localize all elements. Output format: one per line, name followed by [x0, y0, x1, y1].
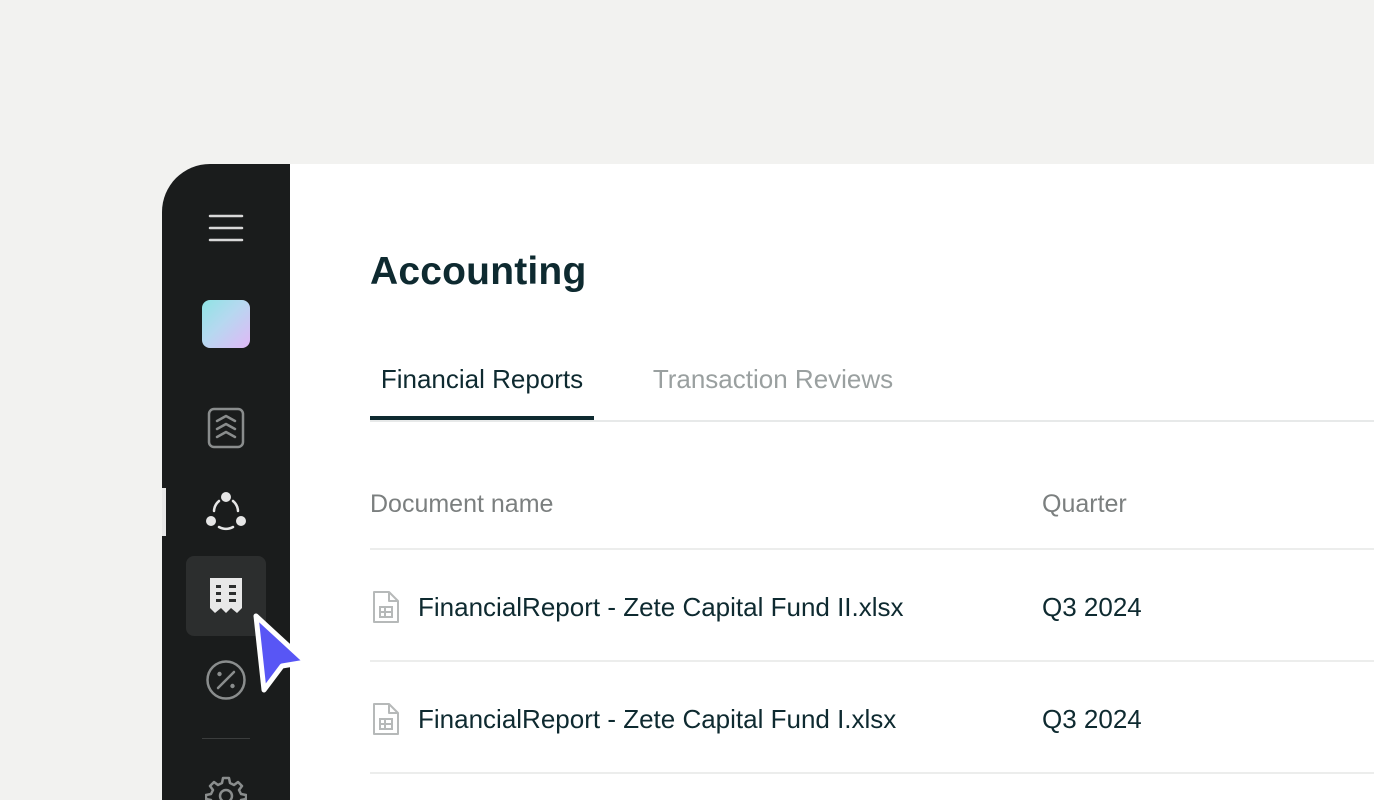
workspace-avatar: [202, 300, 250, 348]
document-name[interactable]: FinancialReport - Zete Capital Fund II.x…: [418, 592, 904, 623]
sidebar-item-funds[interactable]: [186, 388, 266, 468]
workspace-switcher[interactable]: [186, 284, 266, 364]
sidebar-divider: [202, 738, 250, 739]
spreadsheet-file-icon: [373, 703, 399, 735]
sidebar: [162, 164, 290, 800]
table-row[interactable]: FinancialReport - Zete Capital Fund I.xl…: [370, 662, 1374, 774]
main-content: Accounting Financial Reports Transaction…: [290, 164, 1374, 800]
receipt-icon: [210, 578, 242, 613]
tab-transaction-reviews[interactable]: Transaction Reviews: [642, 364, 904, 420]
percent-icon: [206, 660, 246, 700]
active-indicator: [162, 488, 166, 536]
sidebar-item-accounting[interactable]: [186, 556, 266, 636]
page-title: Accounting: [370, 250, 587, 293]
menu-icon: [208, 214, 244, 242]
document-name[interactable]: FinancialReport - Zete Capital Fund I.xl…: [418, 704, 896, 735]
gear-icon: [205, 776, 247, 800]
document-quarter: Q3 2024: [1042, 592, 1142, 622]
app-window: Accounting Financial Reports Transaction…: [162, 164, 1374, 800]
tab-bar: Financial Reports Transaction Reviews: [370, 364, 1374, 422]
column-header-quarter[interactable]: Quarter: [1042, 490, 1127, 519]
table-row[interactable]: FinancialReport - Zete Capital Fund II.x…: [370, 550, 1374, 662]
spreadsheet-file-icon: [373, 591, 399, 623]
sidebar-item-rates[interactable]: [186, 640, 266, 720]
menu-button[interactable]: [186, 188, 266, 268]
table-header: Document name Quarter: [370, 484, 1374, 550]
funds-icon: [207, 407, 245, 449]
network-icon: [206, 492, 246, 531]
sidebar-item-settings[interactable]: [186, 756, 266, 800]
tab-financial-reports[interactable]: Financial Reports: [370, 364, 594, 420]
sidebar-item-network[interactable]: [186, 472, 266, 552]
column-header-document-name[interactable]: Document name: [370, 490, 553, 519]
document-quarter: Q3 2024: [1042, 704, 1142, 734]
